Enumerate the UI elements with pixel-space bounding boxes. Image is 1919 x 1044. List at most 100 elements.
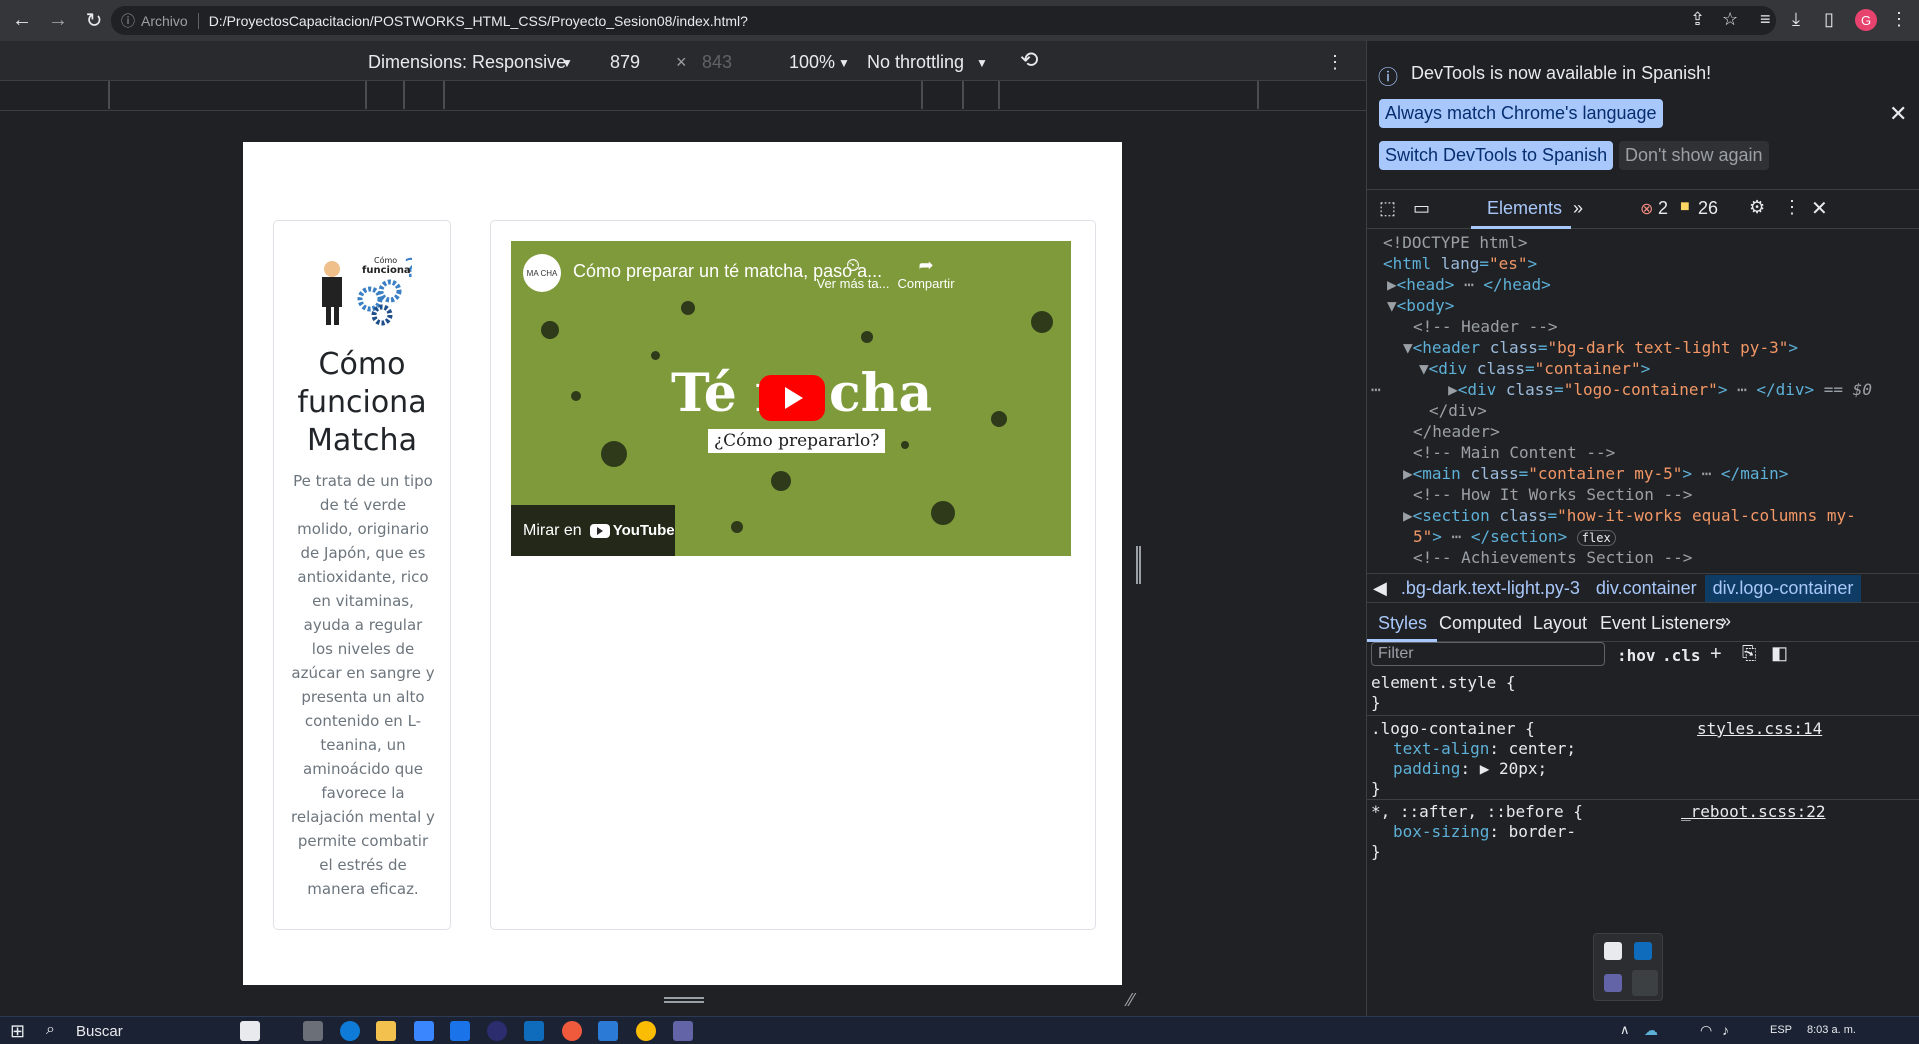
throttling-select[interactable]: No throttling [867,52,964,73]
rule2-source-link[interactable]: _reboot.scss:22 [1681,802,1826,821]
dom-div-close[interactable]: </div> [1429,401,1487,420]
dom-section-cont[interactable]: 5"> ⋯ </section> flex [1413,527,1616,546]
onedrive-icon[interactable]: ☁ [1644,1022,1658,1039]
wifi-icon[interactable]: ◠ [1700,1022,1712,1039]
volume-icon[interactable]: ♪ [1722,1022,1729,1038]
devtools-menu-icon[interactable]: ⋮ [1783,197,1801,218]
download-icon[interactable]: ⤓ [1792,9,1800,30]
viewport-resize-handle-bottom[interactable] [664,997,704,1003]
rule1-decl1[interactable]: text-align: center; [1393,739,1576,758]
watch-on-youtube-button[interactable]: Mirar en YouTube [511,505,675,556]
more-subtabs-icon[interactable]: » [1721,611,1731,632]
info-icon[interactable]: ⓘ [121,11,135,31]
windows-start-icon[interactable]: ⊞ [10,1021,25,1042]
rule2-selector[interactable]: *, ::after, ::before { [1371,802,1583,821]
filter-input[interactable]: Filter [1371,642,1605,666]
store-icon[interactable] [414,1021,434,1041]
dom-comment-header[interactable]: <!-- Header --> [1413,317,1558,336]
zoom-select[interactable]: 100% [789,52,835,73]
switch-spanish-button[interactable]: Switch DevTools to Spanish [1379,141,1614,170]
task-view-icon[interactable] [303,1021,323,1041]
menu-kebab-icon[interactable]: ⋮ [1890,9,1908,30]
error-count[interactable]: 2 [1658,198,1668,219]
app-icon[interactable] [487,1021,507,1041]
chrome-icon[interactable] [636,1021,656,1041]
watch-later-button[interactable]: ⏲ Ver más ta... [811,255,895,291]
dom-div-container[interactable]: ▼<div class="container"> [1419,359,1650,378]
widget-icon[interactable] [240,1021,260,1041]
close-devtools-icon[interactable]: ✕ [1811,196,1828,221]
width-input[interactable]: 879 [610,52,640,73]
reload-icon[interactable]: ↻ [80,7,108,35]
youtube-embed[interactable]: MA CHA Cómo preparar un té matcha, paso … [511,241,1071,556]
rule1-decl2[interactable]: padding: ▶ 20px; [1393,759,1547,778]
element-style-rule[interactable]: element.style { [1371,673,1516,692]
breadcrumb-item[interactable]: div.container [1588,578,1705,599]
share-icon[interactable]: ⇪ [1690,9,1705,30]
dom-section[interactable]: ▶<section class="how-it-works equal-colu… [1403,506,1856,525]
tray-app-icon[interactable] [1604,942,1622,960]
height-input[interactable]: 843 [702,52,732,73]
dom-comment-ach[interactable]: <!-- Achievements Section --> [1413,548,1692,567]
dom-tree[interactable]: <!DOCTYPE html> <html lang="es"> ▶<head>… [1367,231,1919,571]
inspect-icon[interactable]: ⬚ [1379,198,1396,219]
breadcrumb-prev-icon[interactable]: ◀ [1367,578,1393,599]
breadcrumb-item-active[interactable]: div.logo-container [1704,574,1862,602]
dont-show-button[interactable]: Don't show again [1619,141,1769,170]
tab-styles[interactable]: Styles [1378,613,1427,634]
share-button[interactable]: ➦ Compartir [891,255,961,291]
breadcrumb-item[interactable]: .bg-dark.text-light.py-3 [1393,578,1588,599]
back-icon[interactable]: ← [8,7,36,35]
media-query-ruler[interactable] [0,81,1366,111]
file-explorer-icon[interactable] [376,1021,396,1041]
play-button[interactable] [759,375,825,421]
viewport-resize-corner-icon[interactable]: ⁄⁄ [1128,990,1134,1011]
input-language[interactable]: ESP [1770,1024,1792,1036]
teams-taskbar-icon[interactable] [673,1021,693,1041]
forward-icon[interactable]: → [44,7,72,35]
viewport-resize-handle-right[interactable] [1136,546,1141,584]
rule1-source-link[interactable]: styles.css:14 [1697,719,1822,738]
clock[interactable]: 8:03 a. m. [1807,1024,1856,1036]
rotate-icon[interactable]: ⟲ [1020,47,1038,73]
tab-computed[interactable]: Computed [1439,613,1522,634]
vscode-icon[interactable] [598,1021,618,1041]
dom-comment-main[interactable]: <!-- Main Content --> [1413,443,1615,462]
gear-icon[interactable]: ⚙ [1749,197,1765,218]
app-icon[interactable] [562,1021,582,1041]
dom-html[interactable]: <html lang="es"> [1383,254,1537,273]
new-rule-icon[interactable]: + [1710,643,1722,666]
dom-head[interactable]: ▶<head> ⋯ </head> [1387,275,1551,294]
edge-icon[interactable] [340,1021,360,1041]
outlook-taskbar-icon[interactable] [524,1021,544,1041]
more-options-icon[interactable]: ⋮ [1326,52,1344,73]
always-match-button[interactable]: Always match Chrome's language [1379,99,1663,128]
dom-comment-how[interactable]: <!-- How It Works Section --> [1413,485,1692,504]
sidebar-toggle-icon[interactable]: ◧ [1771,643,1788,664]
dom-body[interactable]: ▼<body> [1387,296,1454,315]
close-banner-icon[interactable]: ✕ [1889,101,1907,127]
dom-header-close[interactable]: </header> [1413,422,1500,441]
search-icon[interactable]: ⌕ [46,1021,55,1039]
mail-icon[interactable] [450,1021,470,1041]
device-toggle-icon[interactable]: ▭ [1413,198,1430,219]
hov-toggle[interactable]: :hov [1617,646,1656,665]
paint-icon[interactable]: ⎘ [1742,643,1756,664]
taskbar-search[interactable]: Buscar [76,1023,123,1040]
rule1-selector[interactable]: .logo-container { [1371,719,1535,738]
url-text[interactable]: D:/ProyectosCapacitacion/POSTWORKS_HTML_… [209,13,748,29]
dom-main[interactable]: ▶<main class="container my-5"> ⋯ </main> [1403,464,1788,483]
tab-event-listeners[interactable]: Event Listeners [1600,613,1724,634]
tray-chevron-icon[interactable]: ∧ [1620,1022,1630,1038]
channel-avatar[interactable]: MA CHA [523,254,561,292]
side-panel-icon[interactable]: ▯ [1824,9,1834,30]
cls-toggle[interactable]: .cls [1662,646,1701,665]
dom-header[interactable]: ▼<header class="bg-dark text-light py-3"… [1403,338,1798,357]
dom-doctype[interactable]: <!DOCTYPE html> [1383,233,1528,252]
dom-div-logo[interactable]: ⋯ ▶<div class="logo-container"> ⋯ </div>… [1371,380,1872,399]
tab-elements[interactable]: Elements [1487,198,1562,219]
tab-layout[interactable]: Layout [1533,613,1587,634]
reading-list-icon[interactable]: ≡ [1760,9,1771,30]
feather-icon[interactable] [1632,970,1658,996]
bookmark-star-icon[interactable]: ☆ [1722,9,1738,30]
